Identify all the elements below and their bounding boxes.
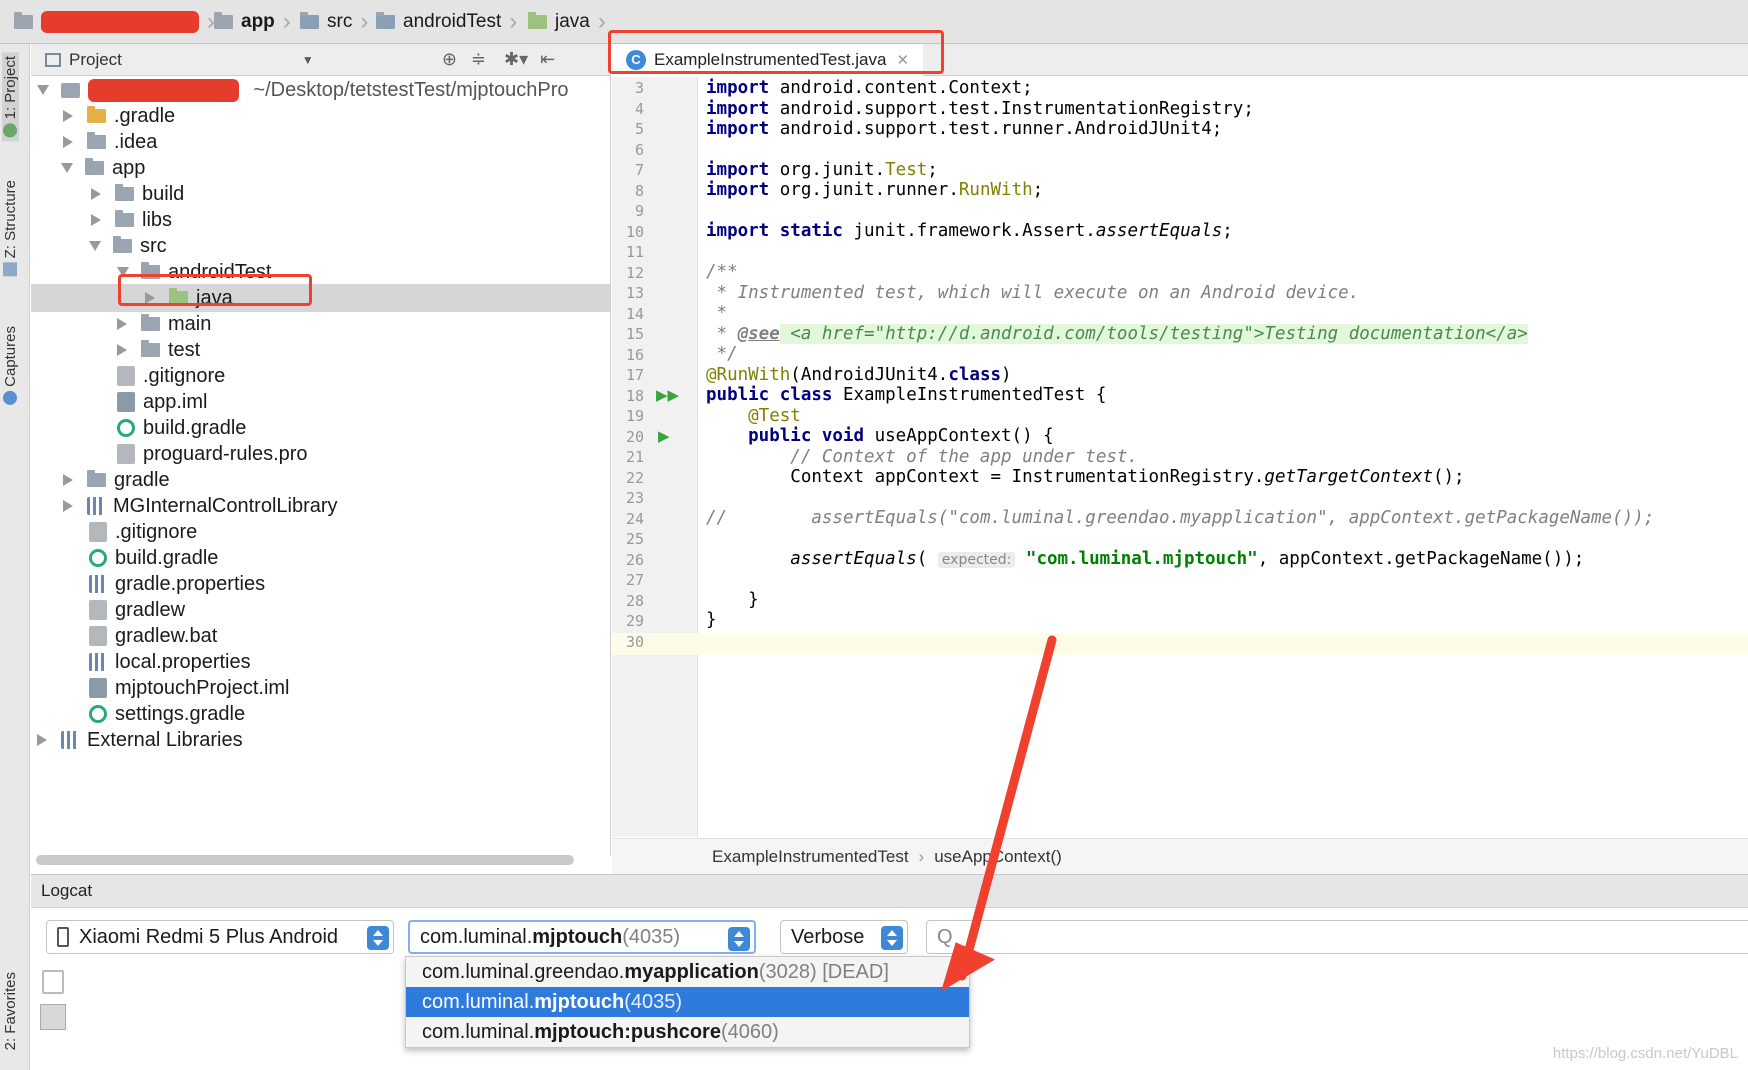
watermark: https://blog.csdn.net/YuDBL [1552,1045,1738,1062]
annotation-arrow [941,635,1057,992]
